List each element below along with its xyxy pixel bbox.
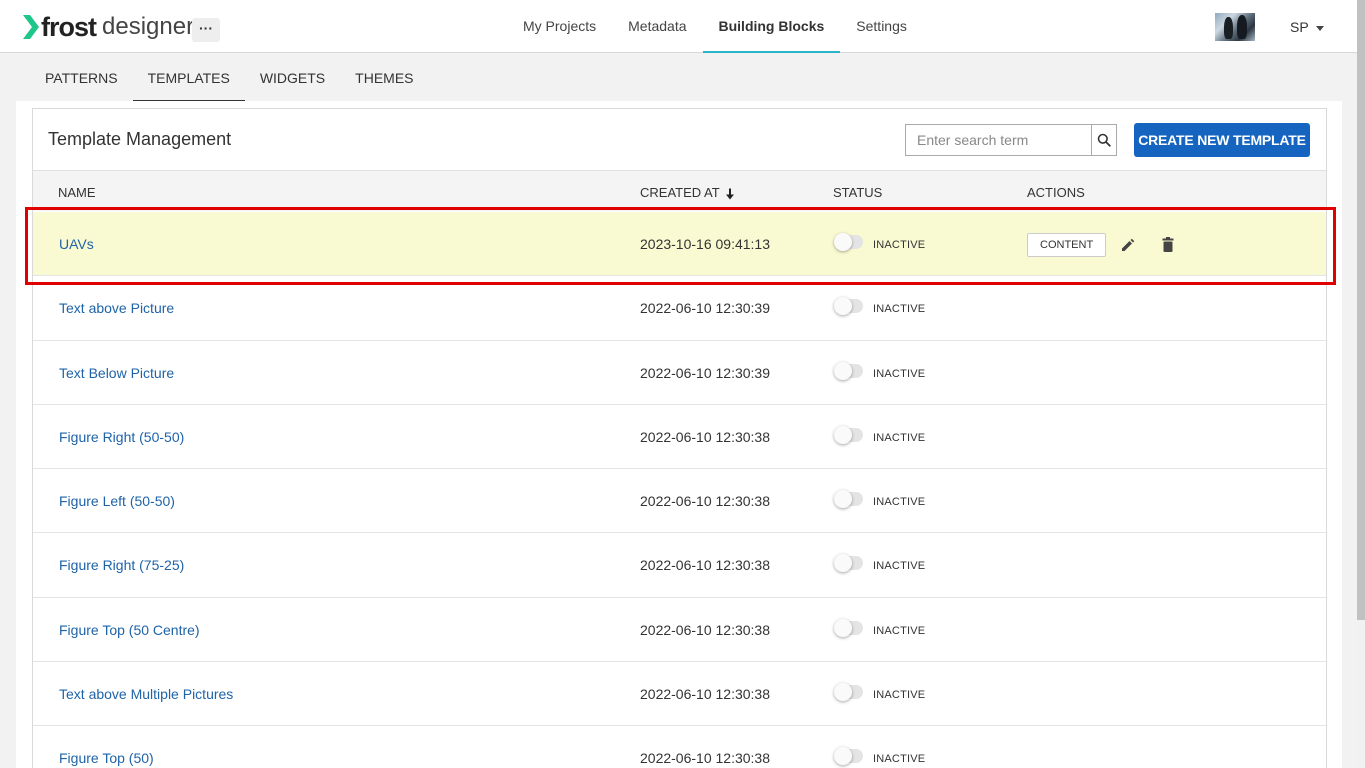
column-header-created-label: CREATED AT	[640, 185, 720, 200]
status-toggle[interactable]	[834, 683, 863, 702]
create-template-button[interactable]: CREATE NEW TEMPLATE	[1134, 123, 1310, 157]
nav-my-projects[interactable]: My Projects	[507, 0, 612, 53]
table-row: UAVs 2023-10-16 09:41:13 INACTIVE CONTEN…	[33, 212, 1326, 277]
tab-themes[interactable]: THEMES	[340, 54, 428, 102]
logo-brand: frost	[41, 11, 97, 42]
toggle-knob	[834, 233, 852, 251]
logo-product: designer	[102, 13, 195, 40]
status-label: INACTIVE	[873, 496, 926, 509]
status-toggle[interactable]	[834, 490, 863, 509]
status-toggle[interactable]	[834, 297, 863, 316]
status-label: INACTIVE	[873, 303, 926, 316]
status-label: INACTIVE	[873, 753, 926, 766]
avatar[interactable]	[1215, 13, 1255, 41]
created-at: 2022-06-10 12:30:38	[640, 686, 770, 703]
user-menu[interactable]: SP	[1290, 19, 1324, 35]
created-at: 2023-10-16 09:41:13	[640, 236, 770, 252]
toggle-knob	[834, 618, 852, 637]
status-toggle[interactable]	[834, 618, 863, 637]
caret-down-icon	[1315, 25, 1324, 31]
search-icon	[1097, 133, 1111, 147]
pencil-icon	[1122, 238, 1135, 251]
toggle-knob	[834, 425, 852, 444]
table-row: Text above Picture 2022-06-10 12:30:39 I…	[33, 276, 1326, 341]
tab-widgets[interactable]: WIDGETS	[245, 54, 340, 102]
toggle-knob	[834, 747, 852, 766]
toggle-knob	[834, 297, 852, 316]
trash-icon	[1162, 237, 1174, 252]
nav-building-blocks[interactable]: Building Blocks	[702, 0, 841, 53]
table-row: Figure Right (75-25) 2022-06-10 12:30:38…	[33, 533, 1326, 598]
toggle-knob	[834, 490, 852, 509]
toggle-knob	[834, 554, 852, 573]
created-at: 2022-06-10 12:30:38	[640, 557, 770, 574]
created-at: 2022-06-10 12:30:38	[640, 428, 770, 445]
created-at: 2022-06-10 12:30:38	[640, 750, 770, 767]
status-toggle[interactable]	[834, 554, 863, 573]
table-row: Figure Top (50) 2022-06-10 12:30:38 INAC…	[33, 726, 1326, 768]
table-row: Figure Top (50 Centre) 2022-06-10 12:30:…	[33, 597, 1326, 663]
column-header-created[interactable]: CREATED AT	[640, 185, 735, 200]
template-name-link[interactable]: Figure Top (50)	[59, 750, 154, 766]
status-label: INACTIVE	[873, 560, 926, 573]
template-name-link[interactable]: Figure Left (50-50)	[59, 493, 175, 509]
table-row: Text Below Picture 2022-06-10 12:30:39 I…	[33, 340, 1326, 405]
status-toggle[interactable]	[834, 425, 863, 444]
status-label: INACTIVE	[873, 367, 926, 380]
template-name-link[interactable]: Figure Right (75-25)	[59, 557, 184, 573]
row-actions: CONTENT	[1027, 233, 1180, 257]
status-label: INACTIVE	[873, 689, 926, 702]
template-name-link[interactable]: Text above Multiple Pictures	[59, 686, 233, 702]
page-title: Template Management	[48, 129, 232, 149]
edit-button[interactable]	[1116, 233, 1140, 257]
table-header: NAME CREATED AT STATUS ACTIONS	[33, 170, 1326, 211]
delete-button[interactable]	[1156, 233, 1180, 257]
page-scrollbar[interactable]	[1357, 0, 1365, 768]
main-nav: My Projects Metadata Building Blocks Set…	[507, 0, 923, 53]
arrow-down-icon	[726, 188, 735, 200]
table-row: Text above Multiple Pictures 2022-06-10 …	[33, 662, 1326, 727]
status-label: INACTIVE	[873, 624, 926, 637]
created-at: 2022-06-10 12:30:39	[640, 364, 770, 381]
search-input[interactable]	[905, 124, 1091, 156]
status-label: INACTIVE	[873, 431, 926, 444]
chevron-right-icon	[23, 15, 39, 39]
column-header-status: STATUS	[833, 185, 883, 200]
status-toggle[interactable]	[834, 361, 863, 380]
table-row: Figure Right (50-50) 2022-06-10 12:30:38…	[33, 404, 1326, 470]
tab-templates[interactable]: TEMPLATES	[132, 54, 245, 102]
table-row: Figure Left (50-50) 2022-06-10 12:30:38 …	[33, 469, 1326, 534]
column-header-actions: ACTIONS	[1027, 185, 1085, 200]
search-box	[905, 124, 1117, 156]
status-toggle[interactable]	[834, 233, 863, 251]
column-header-name[interactable]: NAME	[58, 185, 96, 200]
content-button[interactable]: CONTENT	[1027, 233, 1107, 257]
nav-metadata[interactable]: Metadata	[612, 0, 702, 53]
template-name-link[interactable]: Figure Top (50 Centre)	[59, 622, 200, 638]
tab-patterns[interactable]: PATTERNS	[30, 54, 133, 102]
template-list: UAVs 2023-10-16 09:41:13 INACTIVE CONTEN…	[33, 212, 1326, 768]
scrollbar-thumb[interactable]	[1357, 0, 1365, 620]
template-name-link[interactable]: Figure Right (50-50)	[59, 429, 184, 445]
created-at: 2022-06-10 12:30:39	[640, 300, 770, 317]
toggle-knob	[834, 683, 852, 702]
user-initials: SP	[1290, 19, 1309, 35]
nav-settings[interactable]: Settings	[840, 0, 923, 53]
search-button[interactable]	[1091, 124, 1117, 156]
template-name-link[interactable]: UAVs	[59, 236, 94, 252]
toggle-knob	[834, 361, 852, 380]
template-name-link[interactable]: Text Below Picture	[59, 365, 174, 381]
more-menu-button[interactable]: ···	[192, 18, 220, 42]
frost-designer-logo[interactable]: frost designer	[22, 12, 194, 42]
status-toggle[interactable]	[834, 747, 863, 766]
sub-nav: PATTERNS TEMPLATES WIDGETS THEMES	[30, 54, 429, 102]
template-name-link[interactable]: Text above Picture	[59, 300, 174, 316]
created-at: 2022-06-10 12:30:38	[640, 493, 770, 510]
top-header: frost designer ··· My Projects Metadata …	[0, 0, 1357, 53]
status-label: INACTIVE	[873, 239, 926, 251]
created-at: 2022-06-10 12:30:38	[640, 621, 770, 638]
